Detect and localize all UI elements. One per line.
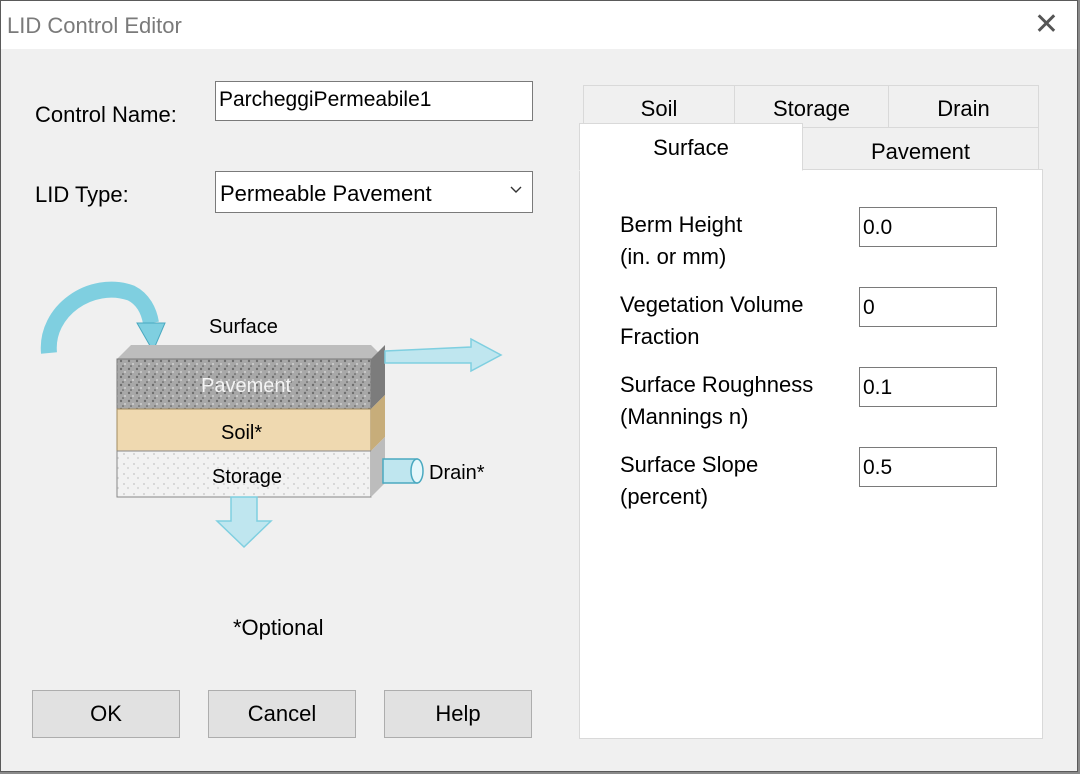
control-name-input[interactable]: ParcheggiPermeabile1 <box>215 81 533 121</box>
lid-type-label: LID Type: <box>35 182 129 207</box>
surface-roughness-label-line2: (Mannings n) <box>620 404 749 429</box>
window-title: LID Control Editor <box>7 13 182 38</box>
title-bar: LID Control Editor ✕ <box>1 1 1077 49</box>
tab-surface[interactable]: Surface <box>579 123 803 171</box>
lid-type-select[interactable]: Permeable Pavement <box>215 171 533 213</box>
optional-note: *Optional <box>233 615 324 640</box>
surface-slope-input[interactable]: 0.5 <box>859 447 997 487</box>
tab-drain[interactable]: Drain <box>888 85 1039 129</box>
surface-slope-label-line1: Surface Slope <box>620 452 759 477</box>
chevron-down-icon <box>510 186 522 193</box>
surface-roughness-input[interactable]: 0.1 <box>859 367 997 407</box>
surface-roughness-label: Surface Roughness (Mannings n) <box>620 369 813 433</box>
surface-outflow-arrow-icon <box>384 337 503 373</box>
diagram-pavement-label: Pavement <box>201 375 291 397</box>
vegetation-volume-fraction-input[interactable]: 0 <box>859 287 997 327</box>
berm-height-input[interactable]: 0.0 <box>859 207 997 247</box>
surface-roughness-label-line1: Surface Roughness <box>620 372 814 397</box>
lid-layers-diagram: Surface Pavement Soil* Storage Drain* <box>31 271 511 561</box>
vegetation-volume-fraction-label: Vegetation Volume Fraction <box>620 289 803 353</box>
ok-button[interactable]: OK <box>32 690 180 738</box>
diagram-soil-label: Soil* <box>221 422 262 444</box>
inflow-arrow-icon <box>40 281 159 354</box>
berm-height-label-line2: (in. or mm) <box>620 244 727 269</box>
surface-top-face <box>117 345 385 359</box>
help-button[interactable]: Help <box>384 690 532 738</box>
berm-height-label-line1: Berm Height <box>620 212 743 237</box>
vegetation-volume-label-line1: Vegetation Volume <box>620 292 804 317</box>
diagram-surface-label: Surface <box>209 316 278 338</box>
drain-pipe-end <box>410 458 424 484</box>
control-name-label: Control Name: <box>35 102 177 127</box>
tab-pavement[interactable]: Pavement <box>802 127 1039 171</box>
diagram-drain-label: Drain* <box>429 462 485 484</box>
surface-slope-label-line2: (percent) <box>620 484 709 509</box>
cancel-button[interactable]: Cancel <box>208 690 356 738</box>
lid-type-value: Permeable Pavement <box>220 181 432 206</box>
lid-control-editor-window: LID Control Editor ✕ Control Name: Parch… <box>0 0 1078 772</box>
close-icon[interactable]: ✕ <box>1034 10 1059 40</box>
surface-slope-label: Surface Slope (percent) <box>620 449 758 513</box>
vegetation-volume-label-line2: Fraction <box>620 324 700 349</box>
permeable-pavement-illustration: Surface Pavement Soil* Storage Drain* <box>40 281 503 549</box>
berm-height-label: Berm Height (in. or mm) <box>620 209 742 273</box>
exfiltration-arrow-icon <box>215 496 273 549</box>
diagram-storage-label: Storage <box>212 466 282 488</box>
